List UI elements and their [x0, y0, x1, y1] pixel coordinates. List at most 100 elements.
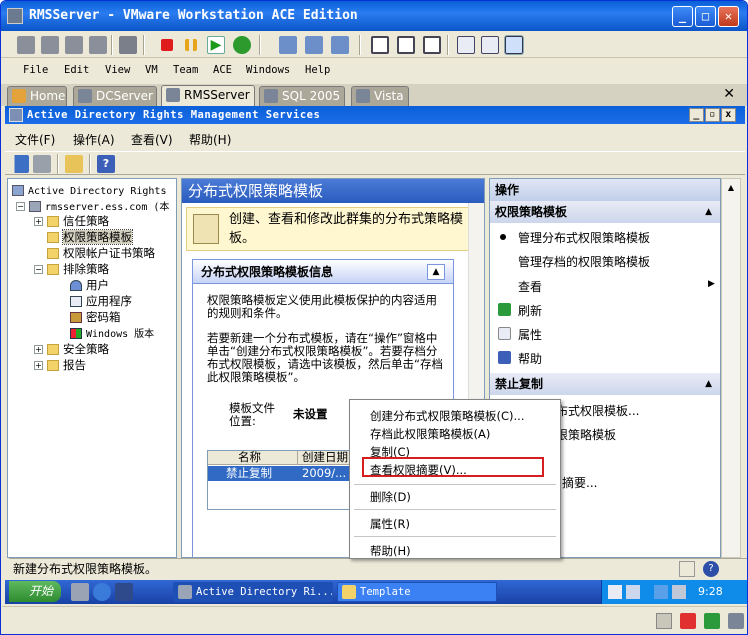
scroll-up-arrow-icon[interactable]: ▲ — [722, 179, 740, 197]
actions-scrollbar[interactable]: ▲ — [721, 178, 741, 558]
mmc-menu-view[interactable]: 查看(V) — [131, 131, 173, 148]
collapse-icon[interactable]: − — [34, 265, 43, 274]
help-icon[interactable]: ? — [97, 155, 115, 173]
full-screen-icon[interactable] — [371, 36, 389, 54]
tab-rmsserver[interactable]: RMSServer — [161, 85, 255, 106]
reset-icon[interactable] — [233, 36, 251, 54]
menu-vm[interactable]: VM — [145, 64, 158, 76]
status-help-icon[interactable]: ? — [703, 561, 719, 577]
tray-icon[interactable] — [608, 585, 622, 599]
up-folder-icon[interactable] — [65, 155, 83, 173]
tray-icon[interactable] — [626, 585, 640, 599]
tree-item-applications[interactable]: 应用程序 — [70, 293, 132, 309]
snapshot-icon[interactable] — [17, 36, 35, 54]
clock[interactable]: 9:28 — [698, 580, 723, 604]
manage-snapshots-icon[interactable] — [331, 36, 349, 54]
action-help[interactable]: 帮助 — [518, 350, 542, 367]
device-icon[interactable] — [656, 613, 672, 629]
tree-server[interactable]: − rmsserver.ess.com (本 — [16, 198, 169, 213]
column-name[interactable]: 名称 — [208, 451, 298, 464]
action-manage-archived[interactable]: 管理存档的权限策略模板 — [518, 253, 650, 270]
tree-item-lockbox[interactable]: 密码箱 — [70, 309, 121, 325]
close-tab-icon[interactable]: ✕ — [723, 86, 735, 102]
ie-icon[interactable] — [93, 583, 111, 601]
menu-ace[interactable]: ACE — [213, 64, 232, 76]
action-archive-template[interactable]: 限策略模板 — [556, 426, 616, 443]
expand-icon[interactable]: + — [34, 361, 43, 370]
mmc-minimize-button[interactable]: _ — [689, 108, 704, 122]
ctx-delete[interactable]: 删除(D) — [370, 489, 411, 505]
device-icon[interactable] — [680, 613, 696, 629]
mmc-menu-help[interactable]: 帮助(H) — [189, 131, 231, 148]
collapse-arrow-icon[interactable]: ▲ — [705, 373, 712, 395]
collapse-icon[interactable]: − — [16, 202, 25, 211]
forward-arrow-icon[interactable] — [33, 155, 51, 173]
ctx-archive-template[interactable]: 存档此权限策略模板(A) — [370, 426, 490, 442]
action-view[interactable]: 查看 — [518, 278, 542, 295]
action-manage-distributed[interactable]: 管理分布式权限策略模板 — [518, 229, 650, 246]
ctx-properties[interactable]: 属性(R) — [370, 516, 410, 532]
summary-view-icon[interactable] — [457, 36, 475, 54]
back-arrow-icon[interactable] — [11, 155, 29, 173]
snapshot-manager-icon[interactable] — [65, 36, 83, 54]
tab-home[interactable]: Home — [7, 86, 67, 106]
appliance-view-icon[interactable] — [481, 36, 499, 54]
suspend-icon[interactable] — [185, 39, 197, 51]
power-on-icon[interactable]: ▶ — [207, 36, 225, 54]
tree-root[interactable]: Active Directory Rights — [12, 183, 166, 197]
actions-section-templates[interactable]: 权限策略模板 ▲ — [490, 201, 720, 223]
take-snapshot-icon[interactable] — [279, 36, 297, 54]
mmc-close-button[interactable]: x — [721, 108, 736, 122]
tree-item-exclusion-policy[interactable]: − 排除策略 — [34, 261, 109, 277]
mmc-restore-button[interactable]: ▫ — [705, 108, 720, 122]
menu-team[interactable]: Team — [173, 64, 198, 76]
mmc-menu-file[interactable]: 文件(F) — [15, 131, 55, 148]
tree-item-account-cert-policy[interactable]: 权限帐户证书策略 — [47, 245, 155, 261]
close-button[interactable]: ✕ — [718, 6, 739, 27]
network-icon[interactable] — [654, 585, 668, 599]
tab-vista[interactable]: Vista — [351, 86, 409, 106]
revert-snapshot-icon[interactable] — [305, 36, 323, 54]
console-view-icon[interactable] — [504, 35, 524, 55]
tree-item-windows-version[interactable]: Windows 版本 — [70, 325, 154, 340]
start-button[interactable]: 开始 — [9, 581, 61, 602]
revert-icon[interactable] — [41, 36, 59, 54]
tree-item-reports[interactable]: + 报告 — [34, 357, 86, 373]
unity-icon[interactable] — [423, 36, 441, 54]
menu-file[interactable]: File — [23, 64, 48, 76]
tree-item-security-policy[interactable]: + 安全策略 — [34, 341, 109, 357]
ctx-help[interactable]: 帮助(H) — [370, 543, 411, 559]
capture-icon[interactable] — [119, 36, 137, 54]
menu-edit[interactable]: Edit — [64, 64, 89, 76]
expand-icon[interactable]: + — [34, 345, 43, 354]
tree-item-users[interactable]: 用户 — [70, 277, 109, 293]
column-date[interactable]: 创建日期 — [298, 450, 348, 464]
tab-dcserver[interactable]: DCServer — [73, 86, 157, 106]
ctx-create-template[interactable]: 创建分布式权限策略模板(C)... — [370, 408, 524, 424]
menu-view[interactable]: View — [105, 64, 130, 76]
powershell-icon[interactable] — [115, 583, 133, 601]
power-off-icon[interactable] — [161, 39, 173, 51]
taskbar-item-template[interactable]: Template — [337, 582, 497, 602]
collapse-arrow-icon[interactable]: ▲ — [705, 201, 712, 223]
actions-section-selected[interactable]: 禁止复制 ▲ — [490, 373, 720, 395]
quick-switch-icon[interactable] — [397, 36, 415, 54]
menu-windows[interactable]: Windows — [246, 64, 290, 76]
tray-icon[interactable] — [672, 585, 686, 599]
action-properties[interactable]: 属性 — [518, 326, 542, 343]
collapse-panel-icon[interactable]: ▲ — [427, 264, 445, 280]
menu-help[interactable]: Help — [305, 64, 330, 76]
ctx-view-rights-summary[interactable]: 查看权限摘要(V)... — [370, 462, 467, 478]
tab-sql-2005[interactable]: SQL 2005 — [259, 86, 345, 106]
action-view-summary[interactable]: 摘要... — [562, 474, 597, 491]
action-create-template[interactable]: 布式权限模板... — [556, 402, 639, 419]
action-refresh[interactable]: 刷新 — [518, 302, 542, 319]
device-icon[interactable] — [728, 613, 744, 629]
network-adapter-icon[interactable] — [704, 613, 720, 629]
minimize-button[interactable]: _ — [672, 6, 693, 27]
maximize-button[interactable]: □ — [695, 6, 716, 27]
expand-icon[interactable]: + — [34, 217, 43, 226]
taskbar-item-adrms[interactable]: Active Directory Ri... — [173, 582, 333, 602]
tree-item-trust-policy[interactable]: + 信任策略 — [34, 213, 109, 229]
mmc-menu-action[interactable]: 操作(A) — [73, 131, 115, 148]
